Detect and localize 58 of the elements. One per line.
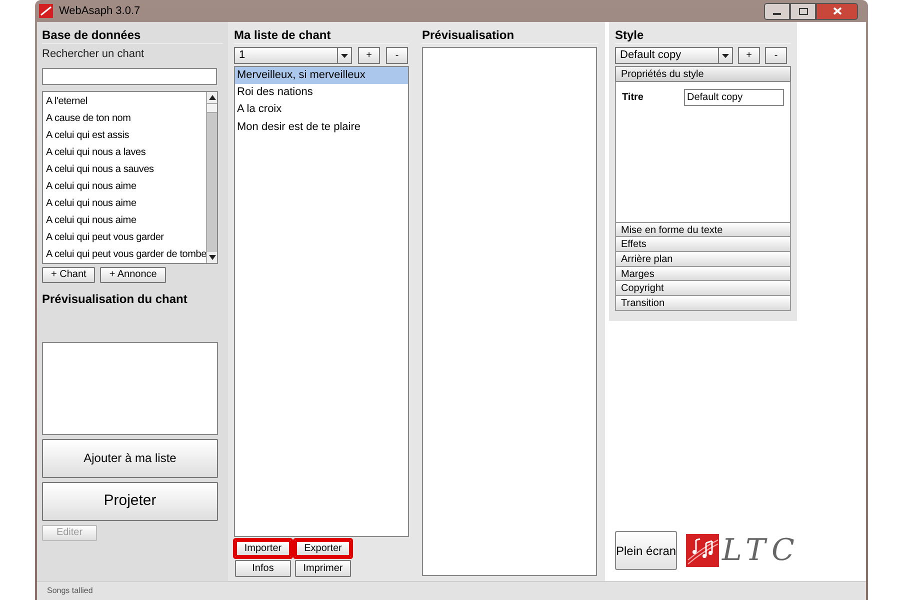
section-heading: Prévisualisation [422,22,598,44]
add-button[interactable]: + [738,47,760,64]
search-label: Rechercher un chant [42,47,146,62]
accordion-header[interactable]: Propriétés du style [615,66,791,82]
add-button[interactable]: + [358,47,380,64]
list-item[interactable]: A celui qui nous aime [43,212,206,228]
section-heading: Ma liste de chant [234,22,409,44]
add-button[interactable]: + Annonce [100,266,166,282]
list-item[interactable]: A cause de ton nom [43,110,206,126]
minimize-button[interactable] [764,2,790,20]
accordion-header[interactable]: Copyright [615,280,791,296]
add-button[interactable]: + Chant [42,266,96,282]
list-item[interactable]: A celui qui nous a sauves [43,160,206,178]
style-dropdown[interactable]: Default copy [615,47,733,64]
action-button[interactable]: Importer [235,540,291,557]
scroll-up-icon[interactable] [208,94,216,100]
close-button[interactable] [816,2,858,20]
caret-icon [341,54,348,58]
list-item[interactable]: Mon desir est de te plaire [235,118,408,136]
accordion-header[interactable]: Effets [615,236,791,252]
section-heading: Style [615,22,791,44]
section-heading: Base de données [42,22,223,44]
accordion-header[interactable]: Transition [615,295,791,311]
scroll-down-icon[interactable] [208,254,216,260]
list-item[interactable]: A celui qui nous aime [43,194,206,212]
setlist-dropdown[interactable]: 1 [234,47,352,64]
action-button[interactable]: Exporter [295,540,351,557]
list-item[interactable]: A la croix [235,101,408,119]
remove-button[interactable]: - [765,47,787,64]
logo-text: LTC [722,532,800,570]
list-item[interactable]: A celui qui nous a laves [43,144,206,160]
close-icon [832,7,842,15]
fullscreen-button[interactable]: Plein écran [615,531,678,570]
caret-icon [722,54,729,58]
status-text: Songs tallied [47,585,93,597]
section-heading: Prévisualisation du chant [42,290,188,308]
search-field[interactable] [42,68,217,84]
title-field[interactable]: Default copy [684,88,784,106]
action-button[interactable]: Infos [235,560,291,577]
action-button[interactable]: Projeter [42,482,218,520]
list-item[interactable]: Merveilleux, si merveilleux [235,67,408,84]
scrollbar[interactable] [206,92,217,262]
action-button[interactable]: Imprimer [295,560,351,577]
app-icon [39,4,53,18]
list-item[interactable]: A celui qui peut vous garder [43,228,206,246]
window-title: WebAsaph 3.0.7 [59,4,140,19]
remove-button[interactable]: - [386,47,408,64]
action-button[interactable]: Ajouter à ma liste [42,438,218,478]
list-item[interactable]: Roi des nations [235,84,408,102]
list-item[interactable]: A celui qui est assis [43,126,206,144]
scroll-thumb[interactable] [207,102,217,112]
list-item[interactable]: A celui qui nous aime [43,178,206,194]
list-item[interactable]: A l'eternel [43,92,206,110]
music-note-icon [686,534,720,567]
list-item[interactable]: A celui qui peut vous garder de tombe [43,246,206,262]
field-label: Titre [622,90,644,105]
maximize-button[interactable] [790,2,816,20]
accordion-header[interactable]: Arrière plan [615,251,791,267]
